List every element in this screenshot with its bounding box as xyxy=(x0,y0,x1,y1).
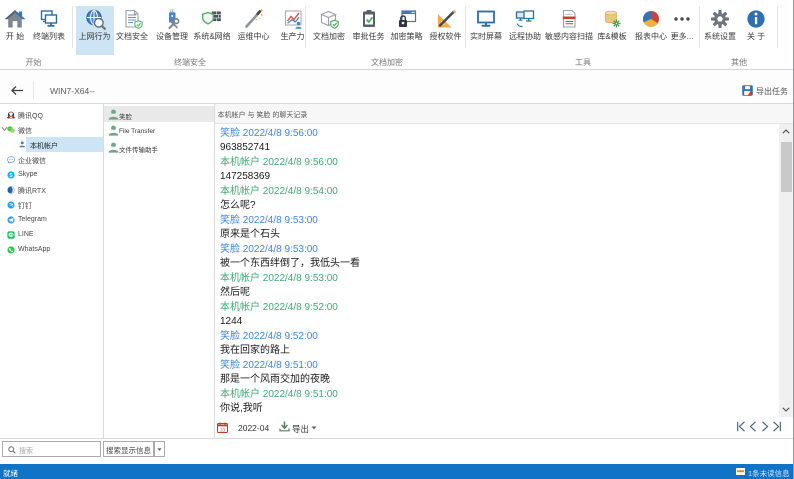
svg-text:23: 23 xyxy=(220,427,226,432)
svg-text:LINE: LINE xyxy=(9,234,14,236)
svg-text:S: S xyxy=(9,172,13,178)
